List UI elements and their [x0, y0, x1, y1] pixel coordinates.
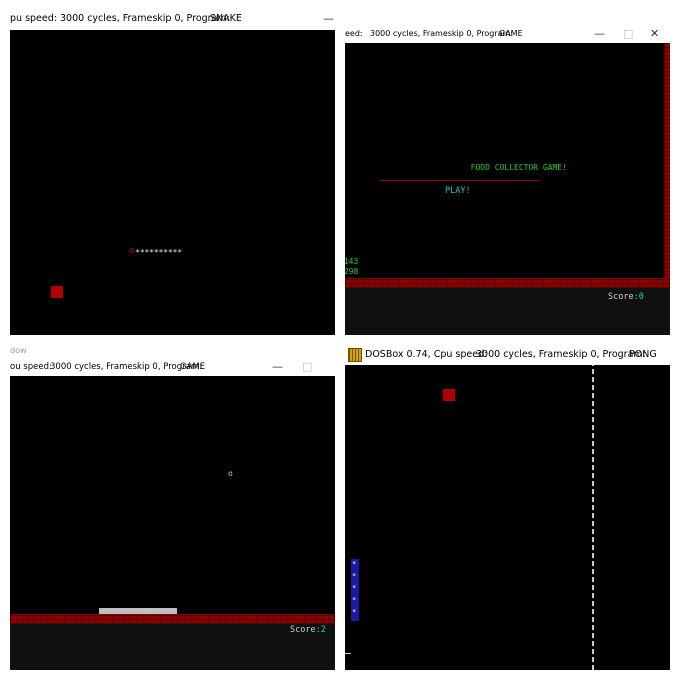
heading-underline	[380, 180, 540, 181]
pong-titlebar[interactable]: DOSBox 0.74, Cpu speed: 3000 cycles, Fra…	[345, 345, 670, 365]
floor-wall	[345, 278, 670, 288]
paddle-game-window: dow ou speed: 3000 cycles, Frameskip 0, …	[10, 345, 335, 670]
title-prefix: ou speed:	[10, 362, 52, 372]
title-program: PONG	[629, 349, 657, 360]
snake-titlebar[interactable]: pu speed: 3000 cycles, Frameskip 0, Prog…	[10, 10, 335, 28]
paddle-mark: *	[352, 560, 357, 568]
window-label: dow	[10, 346, 27, 355]
minimize-button[interactable]: —	[594, 25, 605, 43]
cursor-mark	[345, 653, 351, 654]
title-speed: 3000 cycles, Frameskip 0, Program:	[60, 13, 230, 24]
heading-text: FOOD COLLECTOR GAME!	[470, 163, 567, 172]
play-text: PLAY!	[445, 186, 471, 196]
minimize-button[interactable]: —	[323, 10, 334, 28]
snake-body: **********	[135, 247, 182, 257]
title-program: GAME	[180, 362, 206, 372]
title-speed: 3000 cycles, Frameskip 0, Program:	[476, 349, 646, 360]
title-program: SNAKE	[210, 13, 242, 24]
title-prefix: eed:	[345, 29, 363, 38]
score-value: 0	[638, 292, 644, 302]
title-app: DOSBox 0.74, Cpu speed:	[365, 349, 488, 360]
counter-1: 0143	[345, 257, 359, 266]
pong-game-screen[interactable]: * * * * *	[345, 365, 670, 670]
minimize-button[interactable]: —	[272, 358, 283, 376]
food-collector-titlebar[interactable]: eed: 3000 cycles, Frameskip 0, Program: …	[345, 25, 670, 43]
score-display: Score:0	[608, 292, 644, 302]
ball: o	[228, 469, 233, 478]
food-collector-window: eed: 3000 cycles, Frameskip 0, Program: …	[345, 10, 670, 335]
dosbox-icon	[348, 348, 362, 362]
close-button[interactable]: ✕	[650, 25, 659, 43]
center-net	[592, 365, 594, 670]
score-label: Score	[608, 292, 634, 302]
paddle-game-titlebar[interactable]: ou speed: 3000 cycles, Frameskip 0, Prog…	[10, 358, 335, 376]
snake-game-screen[interactable]: o **********	[10, 30, 335, 335]
paddle-mark: *	[352, 584, 357, 592]
paddle-mark: *	[352, 608, 357, 616]
score-label: Score	[290, 625, 316, 635]
title-speed: 3000 cycles, Frameskip 0, Program:	[370, 29, 514, 38]
status-bar	[10, 624, 335, 670]
paddle-game-screen[interactable]: o Score:2	[10, 376, 335, 670]
maximize-button[interactable]: □	[623, 25, 633, 43]
right-wall	[664, 43, 670, 288]
title-program: GAME	[499, 29, 523, 38]
maximize-button[interactable]: □	[302, 358, 312, 376]
ball	[443, 389, 455, 401]
title-prefix: pu speed:	[10, 13, 57, 24]
food-collector-screen[interactable]: FOOD COLLECTOR GAME! PLAY! 0143 0298 Sco…	[345, 43, 670, 335]
snake-window: pu speed: 3000 cycles, Frameskip 0, Prog…	[10, 10, 335, 335]
counter-2: 0298	[345, 267, 359, 276]
pong-window: DOSBox 0.74, Cpu speed: 3000 cycles, Fra…	[345, 345, 670, 670]
paddle-mark: *	[352, 596, 357, 604]
score-display: Score:2	[290, 625, 326, 635]
paddle-mark: *	[352, 572, 357, 580]
score-value: 2	[320, 625, 326, 635]
food-item	[51, 286, 63, 298]
floor-wall	[10, 614, 335, 624]
snake-head: o	[129, 246, 135, 256]
